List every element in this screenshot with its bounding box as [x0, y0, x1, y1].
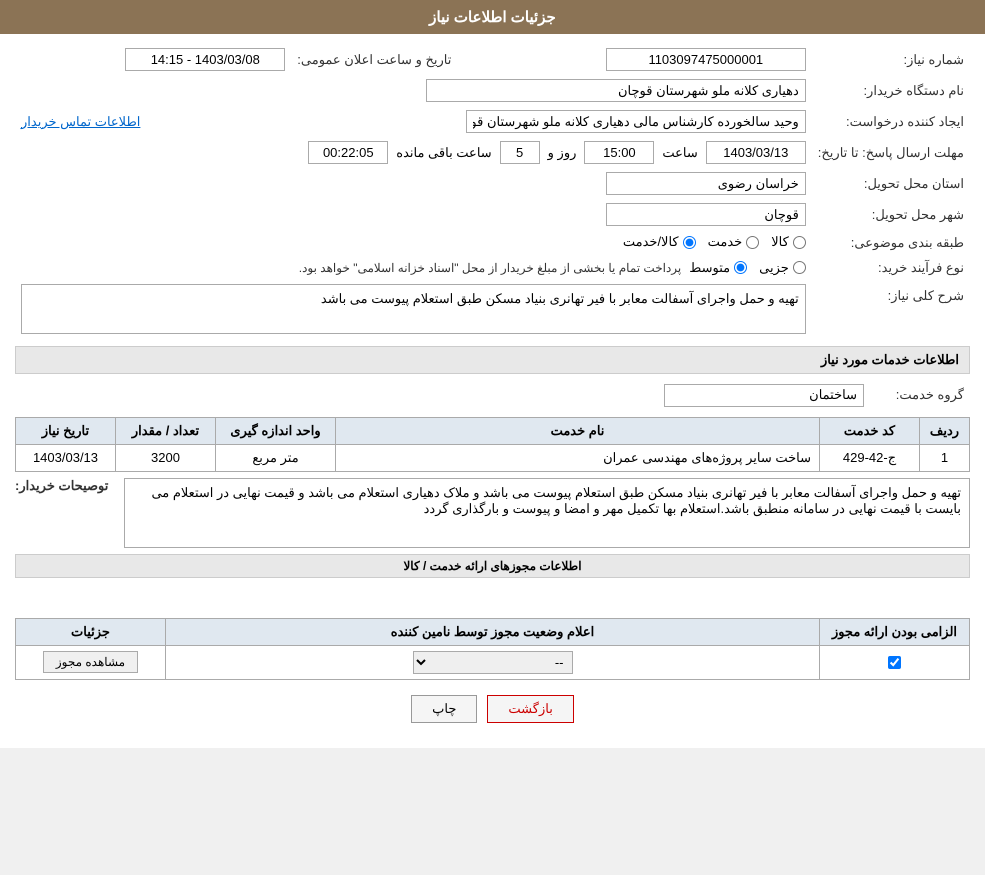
delivery-city-label: شهر محل تحویل: [812, 199, 970, 230]
category-khedmat-label: خدمت [708, 234, 743, 250]
announcement-date-input[interactable] [125, 48, 285, 71]
category-kala-label: کالا [771, 234, 789, 250]
cell-service-name: ساخت سایر پروژه‌های مهندسی عمران [336, 444, 820, 471]
creator-input[interactable] [466, 110, 806, 133]
response-date-input[interactable] [706, 141, 806, 164]
purchase-motawaset-radio[interactable] [734, 261, 747, 274]
view-permission-button[interactable]: مشاهده مجوز [43, 651, 138, 673]
category-kala-khedmat-label: کالا/خدمت [623, 234, 679, 250]
cell-need-date: 1403/03/13 [16, 444, 116, 471]
list-item: -- مشاهده مجوز [16, 645, 970, 679]
service-group-label: گروه خدمت: [870, 380, 970, 411]
need-description-box: تهیه و حمل واجرای آسفالت معابر با فیر ته… [21, 284, 806, 334]
buyer-description-label: توصیحات خریدار: [15, 478, 116, 494]
col-quantity: تعداد / مقدار [116, 417, 216, 444]
col-supplier-status: اعلام وضعیت مجوز توسط نامین کننده [166, 618, 820, 645]
creator-label: ایجاد کننده درخواست: [812, 106, 970, 137]
cell-required [820, 645, 970, 679]
response-deadline-label: مهلت ارسال پاسخ: تا تاریخ: [812, 137, 970, 168]
col-need-date: تاریخ نیاز [16, 417, 116, 444]
purchase-motawaset-option[interactable]: متوسط [689, 260, 747, 276]
announcement-date-label: تاریخ و ساعت اعلان عمومی: [291, 44, 471, 75]
required-checkbox[interactable] [888, 656, 901, 669]
service-group-input[interactable] [664, 384, 864, 407]
cell-supplier-status: -- [166, 645, 820, 679]
response-time-input[interactable] [584, 141, 654, 164]
permissions-table: الزامی بودن ارائه مجوز اعلام وضعیت مجوز … [15, 618, 970, 680]
col-service-name: نام خدمت [336, 417, 820, 444]
response-remaining-input[interactable] [308, 141, 388, 164]
permissions-section-title: اطلاعات مجوزهای ارائه خدمت / کالا [15, 554, 970, 578]
response-days-input[interactable] [500, 141, 540, 164]
bottom-buttons: بازگشت چاپ [15, 695, 970, 723]
page-header: جزئیات اطلاعات نیاز [0, 0, 985, 34]
category-kala-khedmat-option[interactable]: کالا/خدمت [623, 234, 696, 250]
category-khedmat-option[interactable]: خدمت [708, 234, 760, 250]
purchase-jozyi-option[interactable]: جزیی [759, 260, 806, 276]
supplier-status-select[interactable]: -- [413, 651, 573, 674]
response-days-label: روز و [548, 145, 577, 161]
cell-unit: متر مربع [216, 444, 336, 471]
buyer-description-box: تهیه و حمل واجرای آسفالت معابر با فیر ته… [124, 478, 970, 548]
need-number-input[interactable] [606, 48, 806, 71]
contact-info-link[interactable]: اطلاعات تماس خریدار [21, 114, 140, 129]
cell-details: مشاهده مجوز [16, 645, 166, 679]
page-title: جزئیات اطلاعات نیاز [429, 9, 556, 26]
services-table: ردیف کد خدمت نام خدمت واحد اندازه گیری ت… [15, 417, 970, 472]
col-required: الزامی بودن ارائه مجوز [820, 618, 970, 645]
purchase-motawaset-label: متوسط [689, 260, 730, 276]
category-kala-option[interactable]: کالا [771, 234, 806, 250]
purchase-type-radio-group: جزیی متوسط [689, 260, 806, 276]
category-kala-khedmat-radio[interactable] [683, 236, 696, 249]
need-number-label: شماره نیاز: [812, 44, 970, 75]
delivery-province-label: استان محل تحویل: [812, 168, 970, 199]
category-kala-radio[interactable] [793, 236, 806, 249]
services-section-title: اطلاعات خدمات مورد نیاز [15, 346, 970, 374]
purchase-note: پرداخت تمام یا بخشی از مبلغ خریدار از مح… [299, 261, 682, 275]
buyer-description-row: تهیه و حمل واجرای آسفالت معابر با فیر ته… [15, 478, 970, 548]
col-details: جزئیات [16, 618, 166, 645]
response-time-label: ساعت [662, 145, 697, 161]
col-unit: واحد اندازه گیری [216, 417, 336, 444]
buyer-org-label: نام دستگاه خریدار: [812, 75, 970, 106]
purchase-type-label: نوع فرآیند خرید: [812, 256, 970, 280]
main-info-table: شماره نیاز: تاریخ و ساعت اعلان عمومی: نا… [15, 44, 970, 338]
table-row: 1 ج-42-429 ساخت سایر پروژه‌های مهندسی عم… [16, 444, 970, 471]
print-button[interactable]: چاپ [411, 695, 477, 723]
purchase-jozyi-label: جزیی [759, 260, 789, 276]
category-label: طبقه بندی موضوعی: [812, 230, 970, 256]
response-remaining-label: ساعت باقی مانده [396, 145, 491, 161]
delivery-city-input[interactable] [606, 203, 806, 226]
col-row-num: ردیف [920, 417, 970, 444]
category-khedmat-radio[interactable] [746, 236, 759, 249]
col-service-code: کد خدمت [820, 417, 920, 444]
purchase-jozyi-radio[interactable] [793, 261, 806, 274]
cell-row-num: 1 [920, 444, 970, 471]
cell-quantity: 3200 [116, 444, 216, 471]
service-group-table: گروه خدمت: [15, 380, 970, 411]
need-description-label: شرح کلی نیاز: [812, 280, 970, 338]
cell-service-code: ج-42-429 [820, 444, 920, 471]
back-button[interactable]: بازگشت [487, 695, 573, 723]
category-radio-group: کالا خدمت کالا/خدمت [623, 234, 806, 250]
delivery-province-input[interactable] [606, 172, 806, 195]
buyer-org-input[interactable] [426, 79, 806, 102]
